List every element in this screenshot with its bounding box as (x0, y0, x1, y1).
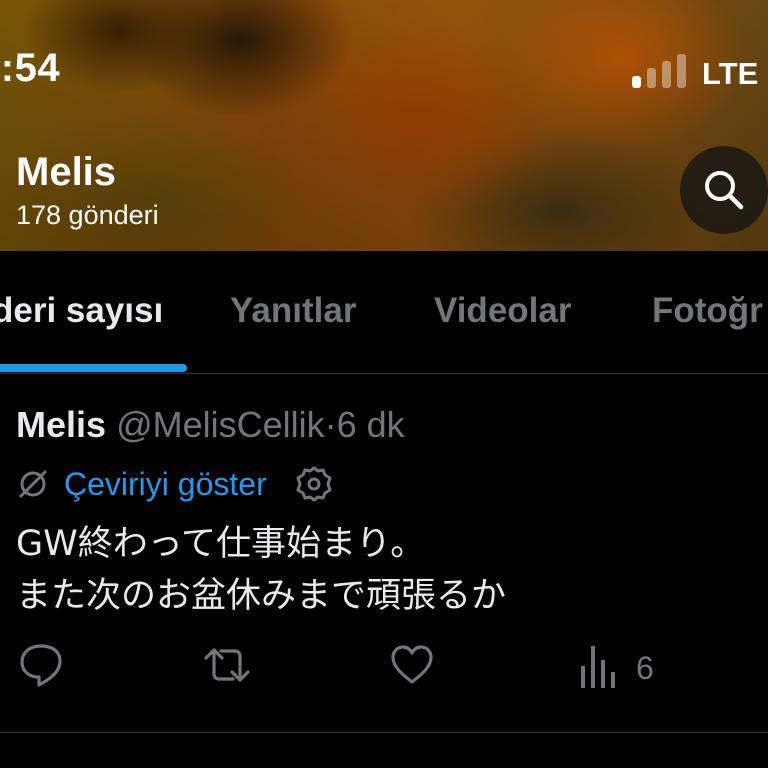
translate-row: Çeviriyi göster (16, 462, 333, 506)
post-divider (0, 732, 768, 733)
search-icon (705, 171, 744, 210)
profile-tabs: deri sayısı Yanıtlar Videolar Fotoğr (0, 251, 768, 374)
post-text-line: GW終わって仕事始まり。 (16, 524, 426, 564)
tab-photos[interactable]: Fotoğr (652, 291, 763, 331)
gear-icon[interactable] (295, 465, 333, 503)
post-header: Melis @MelisCellik·6 dk (16, 404, 405, 446)
tab-replies[interactable]: Yanıtlar (230, 291, 356, 331)
post-text-line: また次のお盆休みまで頑張るか (16, 576, 507, 616)
post-author-handle[interactable]: @MelisCellik (116, 404, 325, 445)
post-count: 178 gönderi (16, 200, 159, 230)
heart-icon[interactable] (388, 640, 436, 690)
network-label: LTE (702, 56, 759, 91)
views-count: 6 (636, 650, 654, 686)
profile-name: Melis (16, 150, 117, 194)
post-timestamp[interactable]: 6 dk (337, 404, 405, 445)
post-author-name[interactable]: Melis (16, 404, 106, 445)
views-icon[interactable] (578, 640, 618, 692)
profile-screen: 0:54 LTE Melis 178 gönderi deri sayısı Y… (0, 0, 768, 768)
reply-icon[interactable] (18, 640, 64, 690)
status-time: 0:54 (0, 46, 61, 90)
translate-icon (19, 470, 47, 498)
active-tab-indicator (0, 364, 187, 372)
show-translation-link[interactable]: Çeviriyi göster (64, 466, 267, 503)
tab-posts[interactable]: deri sayısı (0, 291, 163, 331)
post-separator: · (324, 404, 337, 445)
search-button[interactable] (680, 146, 768, 234)
post-text: GW終わって仕事始まり。 また次のお盆休みまで頑張るか (16, 518, 506, 622)
tab-videos[interactable]: Videolar (434, 291, 571, 331)
signal-icon (632, 54, 688, 88)
repost-icon[interactable] (200, 640, 254, 690)
